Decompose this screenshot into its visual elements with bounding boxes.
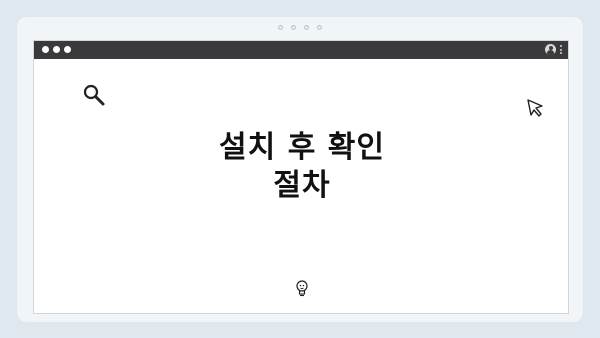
window-titlebar xyxy=(34,41,568,59)
window-dot-close[interactable] xyxy=(42,46,49,53)
pagination-dot[interactable] xyxy=(278,25,283,30)
pagination-dots xyxy=(0,25,600,30)
slide-stage: 설치 후 확인 절차 xyxy=(0,0,600,338)
page-title: 설치 후 확인 절차 xyxy=(34,129,570,205)
page-title-line-2: 절차 xyxy=(273,168,331,203)
page-title-line-1: 설치 후 확인 xyxy=(219,130,385,165)
window-dot-minimize[interactable] xyxy=(53,46,60,53)
search-icon xyxy=(83,84,105,106)
kebab-menu-icon[interactable] xyxy=(560,45,562,54)
browser-window: 설치 후 확인 절차 xyxy=(33,40,569,314)
pagination-dot[interactable] xyxy=(291,25,296,30)
pagination-dot[interactable] xyxy=(317,25,322,30)
window-controls xyxy=(42,46,71,53)
profile-icon[interactable] xyxy=(545,44,556,55)
lightbulb-icon xyxy=(296,280,308,297)
pagination-dot[interactable] xyxy=(304,25,309,30)
cursor-icon xyxy=(527,99,543,117)
titlebar-actions xyxy=(545,44,562,55)
window-dot-maximize[interactable] xyxy=(64,46,71,53)
